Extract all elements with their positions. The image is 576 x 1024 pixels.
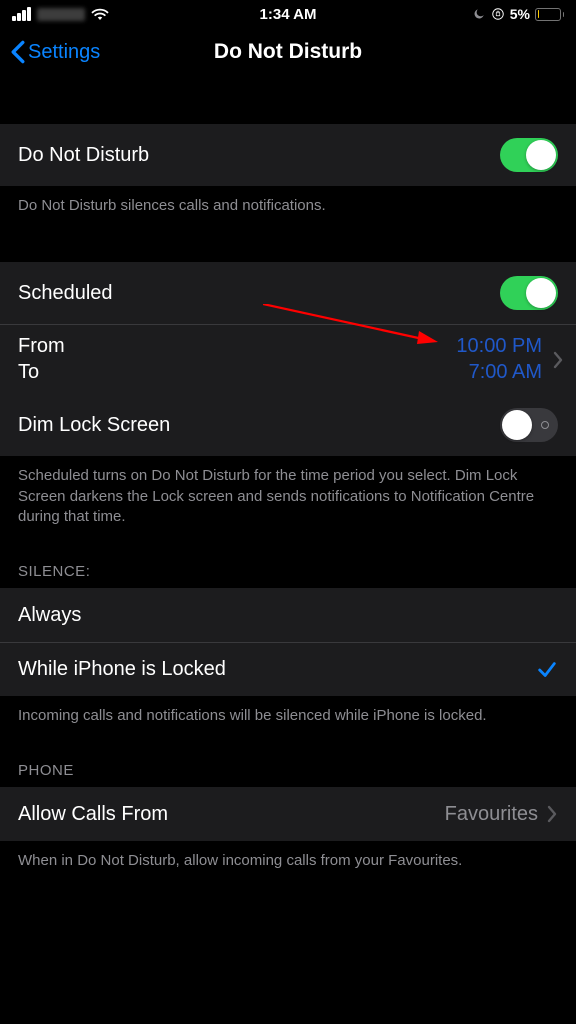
status-left: [12, 7, 109, 21]
silence-locked-cell[interactable]: While iPhone is Locked: [0, 642, 576, 696]
back-button[interactable]: Settings: [10, 40, 100, 64]
time-labels: From To: [18, 335, 65, 384]
carrier-name: [37, 8, 85, 21]
chevron-right-icon: [546, 804, 558, 824]
status-time: 1:34 AM: [260, 6, 317, 23]
chevron-left-icon: [10, 40, 26, 64]
silence-locked-label: While iPhone is Locked: [18, 658, 226, 681]
dnd-toggle[interactable]: [500, 138, 558, 172]
status-bar: 1:34 AM 5%: [0, 0, 576, 28]
checkmark-icon: [536, 659, 558, 681]
dim-lock-label: Dim Lock Screen: [18, 414, 170, 437]
silence-always-cell[interactable]: Always: [0, 588, 576, 642]
time-values: 10:00 PM 7:00 AM: [456, 335, 542, 384]
phone-header: PHONE: [0, 744, 576, 787]
dim-lock-toggle[interactable]: [500, 408, 558, 442]
status-right: 5%: [472, 6, 564, 22]
chevron-right-icon: [552, 350, 564, 370]
to-label: To: [18, 361, 65, 384]
battery-icon: [535, 8, 564, 21]
allow-calls-cell[interactable]: Allow Calls From Favourites: [0, 787, 576, 841]
dim-lock-cell: Dim Lock Screen: [0, 394, 576, 456]
dim-footer: Scheduled turns on Do Not Disturb for th…: [0, 456, 576, 545]
silence-footer: Incoming calls and notifications will be…: [0, 696, 576, 744]
scheduled-toggle[interactable]: [500, 276, 558, 310]
signal-icon: [12, 7, 31, 21]
silence-header: SILENCE:: [0, 545, 576, 588]
allow-calls-value: Favourites: [445, 803, 538, 826]
allow-calls-label: Allow Calls From: [18, 803, 168, 826]
nav-bar: Settings Do Not Disturb: [0, 28, 576, 76]
wifi-icon: [91, 7, 109, 21]
from-time: 10:00 PM: [456, 335, 542, 358]
scheduled-label: Scheduled: [18, 282, 113, 305]
dnd-cell: Do Not Disturb: [0, 124, 576, 186]
to-time: 7:00 AM: [469, 361, 542, 384]
dnd-label: Do Not Disturb: [18, 144, 149, 167]
scheduled-cell: Scheduled: [0, 262, 576, 324]
orientation-lock-icon: [491, 7, 505, 21]
silence-always-label: Always: [18, 604, 81, 627]
from-label: From: [18, 335, 65, 358]
schedule-time-cell[interactable]: From To 10:00 PM 7:00 AM: [0, 324, 576, 394]
phone-footer: When in Do Not Disturb, allow incoming c…: [0, 841, 576, 889]
battery-percent: 5%: [510, 6, 530, 22]
page-title: Do Not Disturb: [214, 40, 362, 64]
back-label: Settings: [28, 41, 100, 64]
moon-icon: [472, 7, 486, 21]
dnd-footer: Do Not Disturb silences calls and notifi…: [0, 186, 576, 234]
